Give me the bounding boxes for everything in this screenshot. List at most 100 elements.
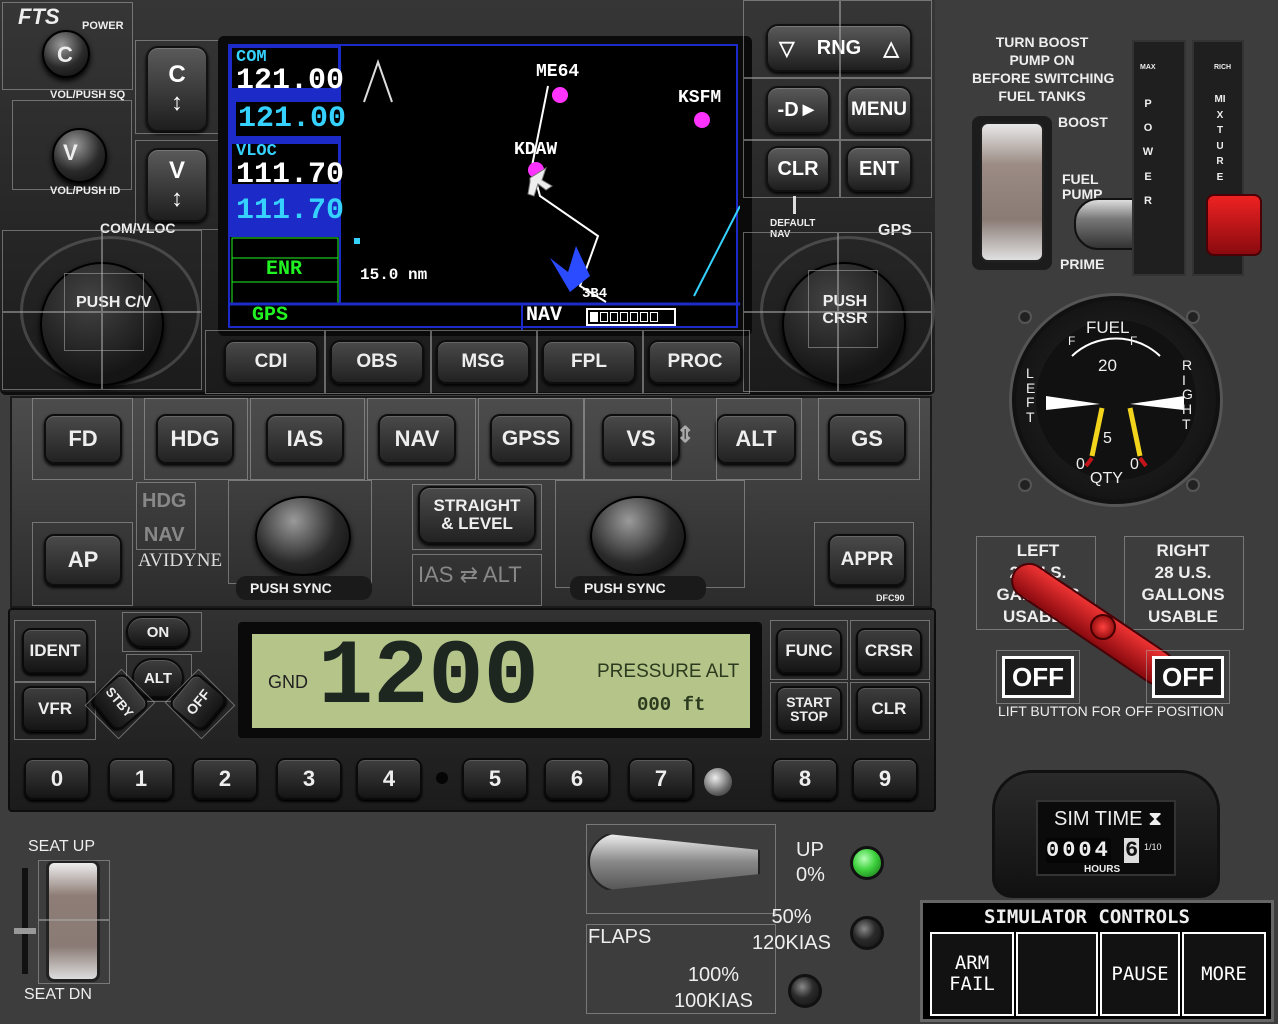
- fd-hotspot[interactable]: [32, 398, 133, 480]
- com-standby-frequency: 121.00: [236, 102, 349, 136]
- hobbs-fraction: 1/10: [1144, 842, 1162, 852]
- digit-2-button[interactable]: 2: [192, 758, 258, 800]
- gpss-hotspot[interactable]: [478, 398, 584, 480]
- com-active-frequency: 121.00: [236, 64, 345, 98]
- vloc-flip-hotspot[interactable]: [135, 140, 219, 230]
- digit-0-button[interactable]: 0: [24, 758, 90, 800]
- lift-button-note: LIFT BUTTON FOR OFF POSITION: [998, 703, 1224, 719]
- digit-label: 8: [798, 766, 812, 791]
- ap-hotspot[interactable]: [32, 522, 133, 606]
- ias-alt-toggle-label: IAS ⇄ ALT: [418, 562, 522, 587]
- photocell: [704, 768, 732, 796]
- vs-alt-arrows-icon: ⇕: [676, 422, 695, 447]
- ias-hotspot[interactable]: [250, 398, 365, 480]
- blank-sim-button[interactable]: [1016, 932, 1098, 1016]
- nav-label: NAV: [526, 304, 563, 327]
- waypoint-kdaw: KDAW: [514, 140, 558, 160]
- func-hotspot[interactable]: [770, 620, 848, 680]
- waypoint-ksfm: KSFM: [678, 88, 722, 108]
- softkey-hotspots[interactable]: [643, 330, 750, 394]
- digit-1-button[interactable]: 1: [108, 758, 174, 800]
- menu-hotspot[interactable]: [840, 78, 932, 140]
- crsr-hotspot[interactable]: [850, 620, 930, 680]
- digit-label: 9: [878, 766, 892, 791]
- com-volume-hotspot[interactable]: [2, 2, 133, 90]
- digit-9-button[interactable]: 9: [852, 758, 918, 800]
- gauge-left-label: LEFT: [1026, 365, 1036, 426]
- waypoint-me64: ME64: [536, 62, 580, 82]
- flaps-100-label: 100% 100KIAS: [674, 964, 753, 1012]
- seat-track: [22, 868, 28, 974]
- gs-hotspot[interactable]: [818, 398, 920, 480]
- alt-ap-hotspot[interactable]: [716, 398, 802, 480]
- straight-level-hotspot[interactable]: [412, 484, 542, 550]
- pause-label: PAUSE: [1111, 963, 1169, 985]
- digit-4-button[interactable]: 4: [356, 758, 422, 800]
- range-up-hotspot[interactable]: [840, 0, 932, 78]
- boost-label: BOOST: [1058, 114, 1108, 130]
- push-sync-label-right: PUSH SYNC: [584, 580, 666, 596]
- com-flip-hotspot[interactable]: [135, 40, 219, 134]
- clr-hotspot[interactable]: [743, 140, 840, 198]
- softkey-hotspots[interactable]: [431, 330, 537, 394]
- digit-8-button[interactable]: 8: [772, 758, 838, 800]
- softkey-hotspots[interactable]: [205, 330, 325, 394]
- prime-label: PRIME: [1060, 256, 1105, 272]
- hdg-nav-hotspot[interactable]: [136, 482, 196, 550]
- digit-6-button[interactable]: 6: [544, 758, 610, 800]
- softkey-hotspots[interactable]: [537, 330, 643, 394]
- gps-screen: COM 121.00 121.00 VLOC 111.70 111.70 ENR…: [228, 44, 740, 330]
- power-max-label: MAX: [1140, 64, 1156, 71]
- flaps-50-label: 50% 120KIAS: [752, 906, 831, 954]
- dfc90-label: DFC90: [876, 593, 905, 603]
- gauge-f-left: F: [1068, 334, 1076, 348]
- seat-position-slider[interactable]: [14, 928, 36, 934]
- start-stop-hotspot[interactable]: [770, 682, 848, 740]
- seat-dn-hotspot[interactable]: [38, 920, 110, 984]
- gauge-0-right: 0: [1130, 456, 1139, 473]
- softkey-hotspots[interactable]: [325, 330, 431, 394]
- transponder-screw: [436, 772, 448, 784]
- heading-knob-hotspot[interactable]: [228, 480, 372, 584]
- xpdr-mode: GND: [268, 672, 308, 692]
- mixture-knob[interactable]: [1206, 194, 1262, 256]
- on-hotspot[interactable]: [122, 612, 202, 652]
- power-vertical-label: POWER: [1142, 98, 1154, 207]
- avidyne-logo: AVIDYNE: [138, 550, 223, 571]
- nav-ap-hotspot[interactable]: [367, 398, 476, 480]
- seat-dn-label: SEAT DN: [24, 986, 92, 1003]
- off-left-hotspot[interactable]: [996, 650, 1080, 704]
- digit-7-button[interactable]: 7: [628, 758, 694, 800]
- vs-hotspot[interactable]: [584, 398, 672, 480]
- pause-button[interactable]: PAUSE: [1100, 932, 1180, 1016]
- digit-5-button[interactable]: 5: [462, 758, 528, 800]
- hobbs-digits: 0004: [1046, 838, 1111, 863]
- ident-hotspot[interactable]: [14, 620, 96, 682]
- gauge-screw: [1018, 478, 1032, 492]
- inner-right-hotspot[interactable]: [808, 270, 878, 348]
- seat-up-hotspot[interactable]: [38, 860, 110, 920]
- gauge-screw: [1186, 478, 1200, 492]
- ent-hotspot[interactable]: [840, 140, 932, 198]
- pressure-alt-label: PRESSURE ALT: [597, 661, 740, 682]
- gauge-20: 20: [1098, 356, 1117, 375]
- arm-fail-button[interactable]: ARM FAIL: [930, 932, 1014, 1016]
- flaps-up-label: UP 0%: [796, 839, 825, 886]
- direct-to-hotspot[interactable]: [743, 78, 840, 140]
- digit-label: 5: [488, 766, 502, 791]
- vloc-volume-hotspot[interactable]: [12, 100, 132, 190]
- gauge-f-right: F: [1130, 334, 1138, 348]
- hdg-hotspot[interactable]: [144, 398, 248, 480]
- vfr-hotspot[interactable]: [14, 682, 96, 740]
- boost-switch-rocker[interactable]: [980, 122, 1044, 262]
- default-nav-tick: [793, 196, 796, 214]
- inner-knob-hotspot[interactable]: [64, 273, 144, 351]
- off-right-hotspot[interactable]: [1146, 650, 1230, 704]
- vs-knob-hotspot[interactable]: [555, 480, 745, 588]
- seat-up-label: SEAT UP: [28, 838, 95, 855]
- gauge-screw: [1186, 310, 1200, 324]
- range-down-hotspot[interactable]: [743, 0, 840, 78]
- more-button[interactable]: MORE: [1182, 932, 1266, 1016]
- digit-3-button[interactable]: 3: [276, 758, 342, 800]
- clr-xpdr-hotspot[interactable]: [850, 682, 930, 740]
